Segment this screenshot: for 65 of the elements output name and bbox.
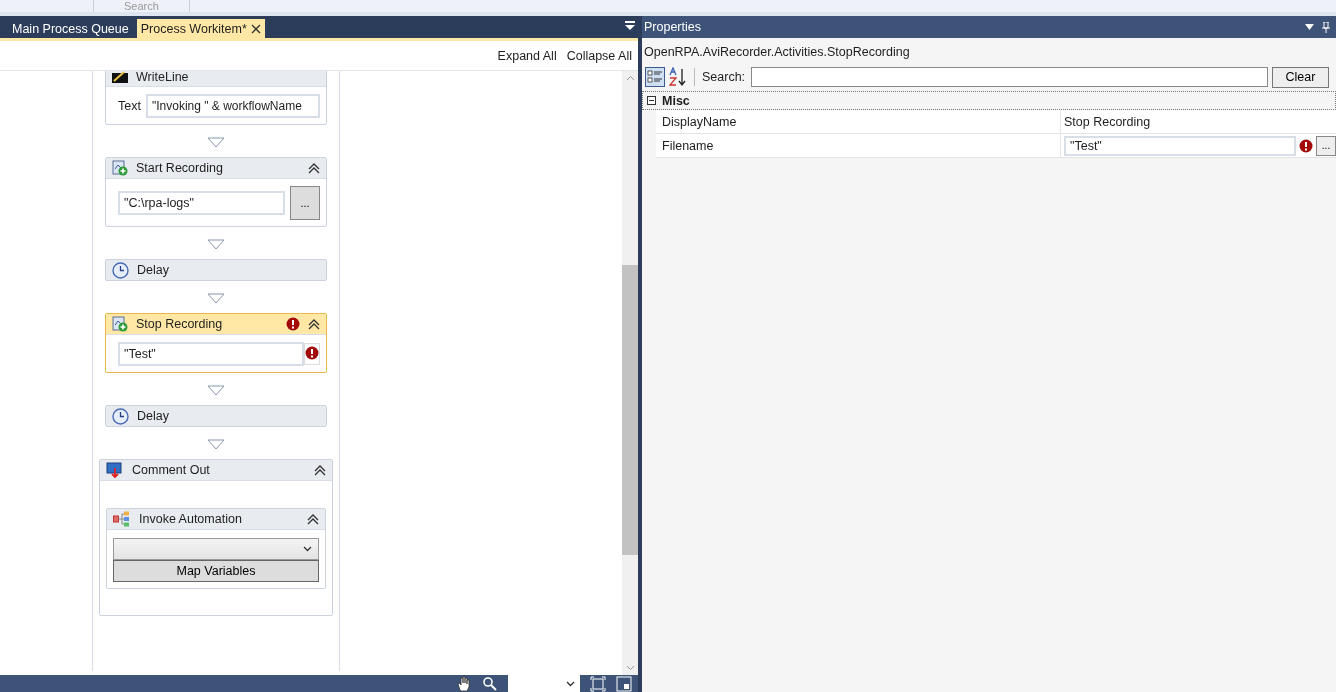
search-label: Search: bbox=[702, 70, 746, 84]
property-name: Filename bbox=[656, 134, 1061, 157]
collapse-chevron-icon[interactable] bbox=[314, 464, 326, 476]
flow-arrow-icon bbox=[207, 385, 225, 396]
search-icon[interactable] bbox=[482, 675, 498, 692]
property-name: DisplayName bbox=[656, 110, 1061, 133]
monitor-arrow-icon bbox=[106, 462, 124, 478]
flow-arrow-icon bbox=[207, 439, 225, 450]
collapse-icon[interactable] bbox=[647, 96, 656, 105]
dropdown[interactable] bbox=[113, 538, 319, 560]
panel-title: Properties bbox=[644, 20, 701, 34]
flow-arrow-icon bbox=[207, 239, 225, 250]
browse-button[interactable]: ... bbox=[1316, 135, 1336, 156]
dropdown-menu-icon[interactable] bbox=[1305, 24, 1314, 30]
property-value: Stop Recording bbox=[1064, 114, 1151, 129]
field-label: Text bbox=[118, 99, 141, 113]
activity-title: Start Recording bbox=[136, 161, 223, 175]
activity-title: Invoke Automation bbox=[139, 512, 242, 526]
flow-arrow-icon bbox=[207, 293, 225, 304]
map-variables-button[interactable]: Map Variables bbox=[113, 560, 319, 582]
fit-to-screen-icon[interactable] bbox=[590, 675, 606, 692]
collapse-chevron-icon[interactable] bbox=[308, 162, 320, 174]
invoke-activity[interactable]: Invoke Automation Map Variables bbox=[106, 508, 326, 589]
category-title: Misc bbox=[662, 93, 690, 108]
expand-all-link[interactable]: Expand All bbox=[497, 48, 557, 63]
document-add-icon bbox=[112, 316, 128, 332]
text-field[interactable]: "Test" bbox=[118, 342, 304, 366]
dropdown-caret-icon bbox=[303, 546, 312, 552]
clock-icon bbox=[112, 261, 129, 279]
delay-activity[interactable]: Delay bbox=[105, 259, 327, 281]
comment-out-activity[interactable]: Comment Out Invoke Automation Map Variables bbox=[99, 459, 333, 616]
collapse-all-link[interactable]: Collapse All bbox=[566, 48, 632, 63]
activity-title: Delay bbox=[137, 263, 169, 277]
document-tab[interactable]: Main Process Queue bbox=[4, 19, 137, 38]
clock-icon bbox=[112, 407, 129, 425]
delay-activity[interactable]: Delay bbox=[105, 405, 327, 427]
overview-icon[interactable] bbox=[616, 675, 632, 692]
document-tab[interactable]: Process Workitem* bbox=[136, 19, 265, 38]
type-name: OpenRPA.AviRecorder.Activities.StopRecording bbox=[643, 44, 911, 61]
activity-title: Stop Recording bbox=[136, 317, 223, 331]
document-add-icon bbox=[112, 160, 128, 176]
collapse-chevron-icon[interactable] bbox=[307, 513, 319, 525]
collapse-chevron-icon[interactable] bbox=[308, 318, 320, 330]
flow-arrow-icon bbox=[207, 137, 225, 148]
property-field[interactable]: "Test" bbox=[1064, 135, 1296, 156]
sort-alphabetical-icon[interactable] bbox=[669, 67, 687, 87]
hand-icon[interactable] bbox=[456, 675, 472, 692]
writeline-activity[interactable]: WriteLine Text "Invoking " & workflowName bbox=[105, 71, 327, 125]
text-field[interactable]: "C:\rpa-logs" bbox=[118, 191, 285, 215]
recording-activity[interactable]: Stop Recording "Test" bbox=[105, 313, 327, 373]
categorized-view-icon[interactable] bbox=[645, 67, 665, 87]
clear-button[interactable]: Clear bbox=[1272, 66, 1329, 88]
dropdown-caret-icon bbox=[566, 680, 575, 687]
dropdown-menu-icon[interactable] bbox=[625, 21, 635, 30]
activity-title: Delay bbox=[137, 409, 169, 423]
blocks-icon bbox=[113, 511, 131, 527]
browse-button[interactable]: ... bbox=[290, 186, 320, 220]
activity-title: WriteLine bbox=[136, 71, 189, 84]
text-field[interactable]: "Invoking " & workflowName bbox=[145, 94, 320, 118]
search-field[interactable] bbox=[751, 67, 1268, 87]
recording-activity[interactable]: Start Recording "C:\rpa-logs" ... bbox=[105, 157, 327, 227]
close-icon[interactable] bbox=[250, 23, 261, 34]
activity-title: Comment Out bbox=[132, 463, 210, 477]
pin-icon[interactable] bbox=[1322, 21, 1330, 33]
pen-icon bbox=[112, 71, 128, 83]
